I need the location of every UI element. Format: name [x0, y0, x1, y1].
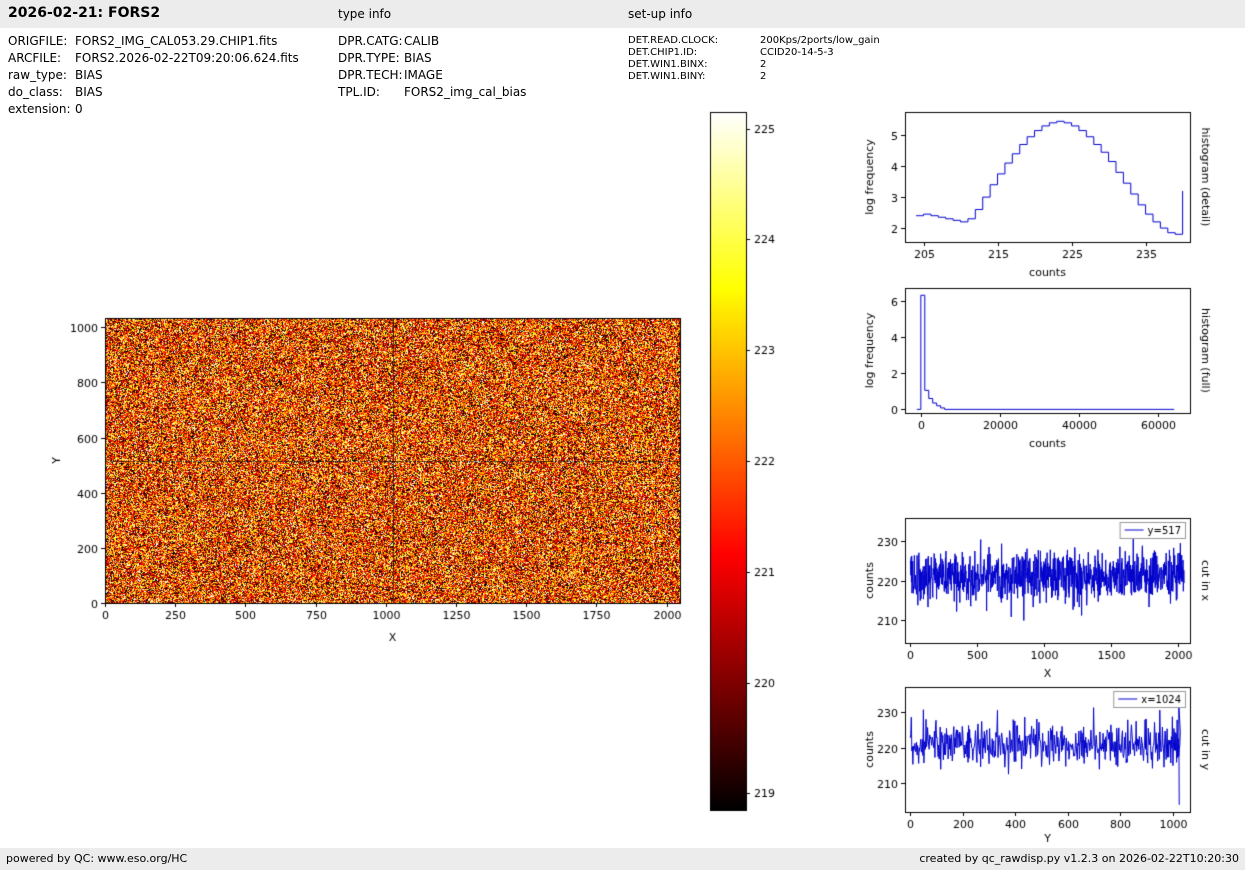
file-info-row: raw_type:BIAS	[8, 67, 299, 84]
field-value: CCID20-14-5-3	[760, 47, 834, 58]
field-label: DET.CHIP1.ID:	[628, 47, 760, 59]
header-bar: 2026-02-21: FORS2 type info set-up info	[0, 0, 1245, 28]
setup-info-block: DET.READ.CLOCK:200Kps/2ports/low_gain DE…	[628, 35, 880, 83]
field-value: FORS2_IMG_CAL053.29.CHIP1.fits	[75, 34, 277, 48]
bias-image-plot	[40, 290, 700, 670]
field-value: FORS2.2026-02-22T09:20:06.624.fits	[75, 51, 299, 65]
field-value: BIAS	[404, 51, 432, 65]
colorbar	[700, 105, 792, 817]
setup-info-row: DET.CHIP1.ID:CCID20-14-5-3	[628, 47, 880, 59]
qc-rawdisp-page: 2026-02-21: FORS2 type info set-up info …	[0, 0, 1245, 870]
footer-qc-link: powered by QC: www.eso.org/HC	[6, 852, 187, 865]
type-info-row: DPR.CATG:CALIB	[338, 33, 526, 50]
field-value: 200Kps/2ports/low_gain	[760, 35, 880, 46]
type-info-block: DPR.CATG:CALIB DPR.TYPE:BIAS DPR.TECH:IM…	[338, 33, 526, 101]
file-info-row: do_class:BIAS	[8, 84, 299, 101]
file-info-row: ORIGFILE:FORS2_IMG_CAL053.29.CHIP1.fits	[8, 33, 299, 50]
field-label: DPR.TYPE:	[338, 50, 404, 67]
field-value: CALIB	[404, 34, 439, 48]
file-info-row: extension:0	[8, 101, 299, 118]
field-value: 2	[760, 71, 766, 82]
histogram-full-plot	[860, 278, 1245, 458]
field-label: do_class:	[8, 84, 75, 101]
field-value: 2	[760, 59, 766, 70]
cut-in-y-plot	[860, 675, 1245, 847]
setup-info-row: DET.READ.CLOCK:200Kps/2ports/low_gain	[628, 35, 880, 47]
setup-info-heading: set-up info	[628, 7, 692, 21]
type-info-heading: type info	[338, 7, 391, 21]
field-label: DET.READ.CLOCK:	[628, 35, 760, 47]
page-title: 2026-02-21: FORS2	[8, 5, 160, 21]
field-value: 0	[75, 102, 83, 116]
field-label: ORIGFILE:	[8, 33, 75, 50]
footer-created-by: created by qc_rawdisp.py v1.2.3 on 2026-…	[919, 852, 1239, 865]
field-value: FORS2_img_cal_bias	[404, 85, 526, 99]
field-label: DPR.TECH:	[338, 67, 404, 84]
type-info-row: DPR.TECH:IMAGE	[338, 67, 526, 84]
field-value: BIAS	[75, 85, 103, 99]
field-label: DET.WIN1.BINY:	[628, 71, 760, 83]
setup-info-row: DET.WIN1.BINY:2	[628, 71, 880, 83]
field-label: DET.WIN1.BINX:	[628, 59, 760, 71]
cut-in-x-plot	[860, 508, 1245, 688]
type-info-row: DPR.TYPE:BIAS	[338, 50, 526, 67]
field-value: IMAGE	[404, 68, 443, 82]
field-label: TPL.ID:	[338, 84, 404, 101]
histogram-detail-plot	[860, 98, 1245, 283]
field-label: DPR.CATG:	[338, 33, 404, 50]
file-info-block: ORIGFILE:FORS2_IMG_CAL053.29.CHIP1.fits …	[8, 33, 299, 118]
field-label: raw_type:	[8, 67, 75, 84]
footer-bar: powered by QC: www.eso.org/HC created by…	[0, 848, 1245, 870]
field-label: ARCFILE:	[8, 50, 75, 67]
setup-info-row: DET.WIN1.BINX:2	[628, 59, 880, 71]
file-info-row: ARCFILE:FORS2.2026-02-22T09:20:06.624.fi…	[8, 50, 299, 67]
type-info-row: TPL.ID:FORS2_img_cal_bias	[338, 84, 526, 101]
field-value: BIAS	[75, 68, 103, 82]
field-label: extension:	[8, 101, 75, 118]
